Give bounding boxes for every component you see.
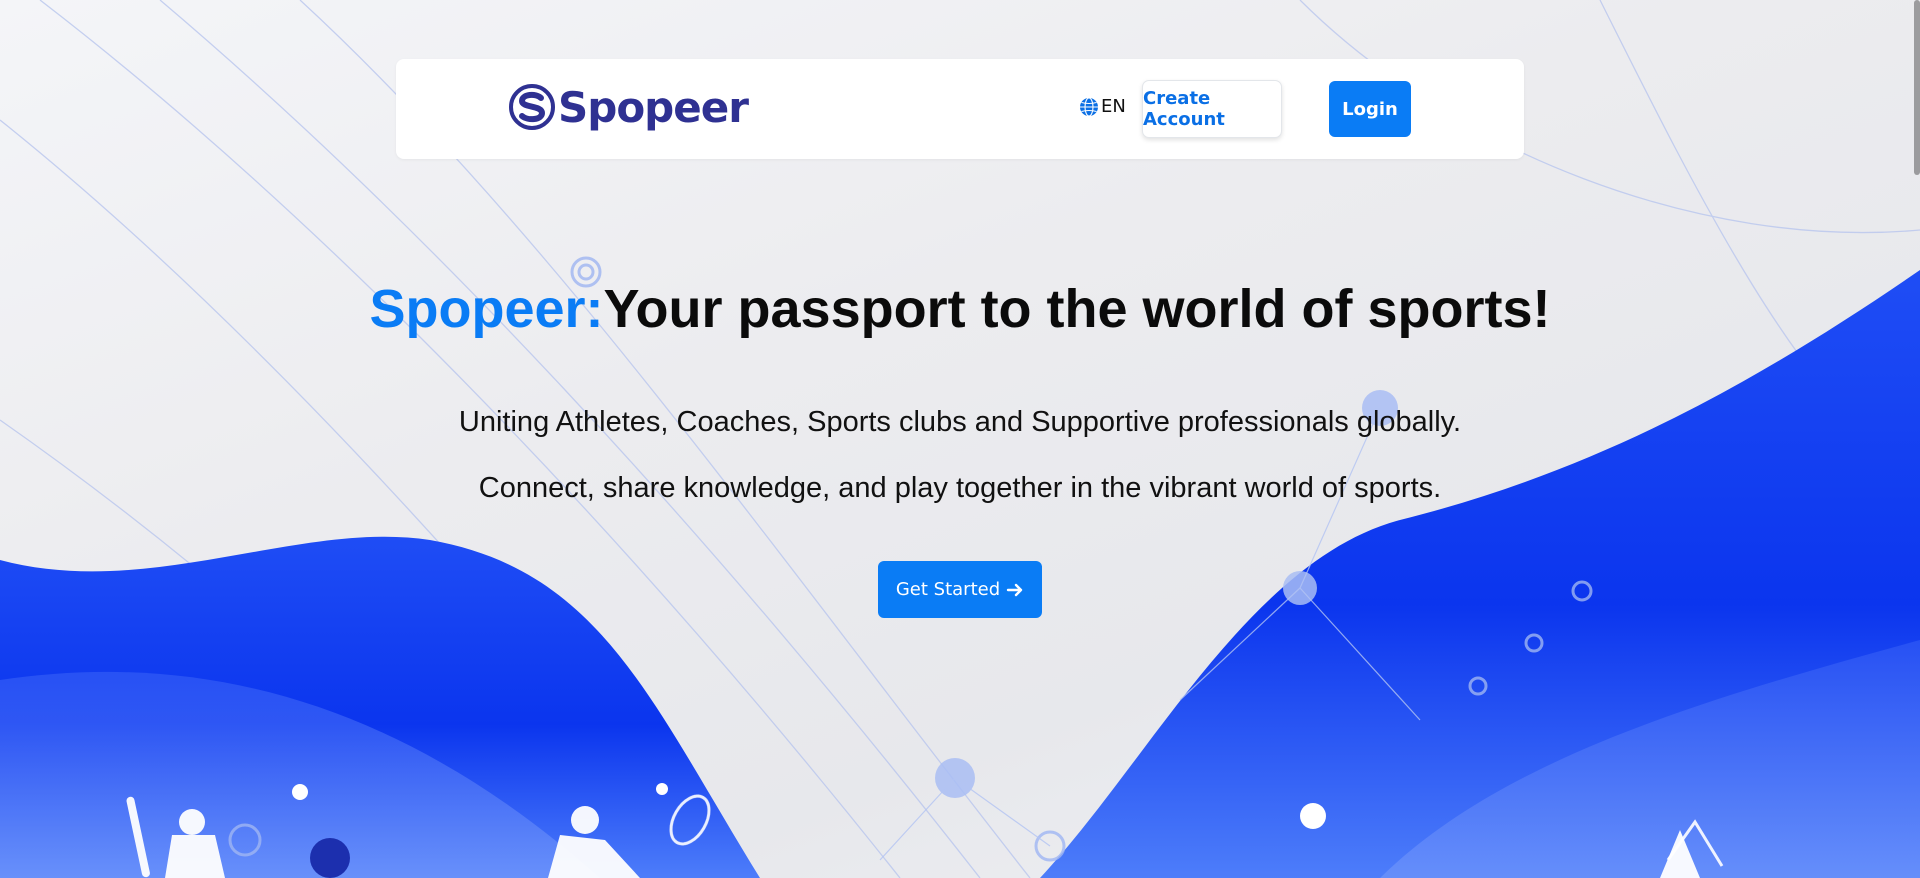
hero-subtitle-1: Uniting Athletes, Coaches, Sports clubs … <box>458 406 1462 438</box>
brand-logo[interactable]: Spopeer <box>508 79 749 135</box>
globe-icon <box>1080 96 1098 117</box>
arrow-right-icon <box>1006 583 1023 596</box>
language-selector[interactable]: EN <box>1079 96 1126 117</box>
top-navbar: Spopeer EN Create Account Login <box>396 59 1524 159</box>
hero-title: Spopeer:Your passport to the world of sp… <box>0 278 1920 340</box>
brand-name: Spopeer <box>558 82 749 132</box>
landing-page: Spopeer EN Create Account Login Spopeer:… <box>0 0 1920 878</box>
hero-subtitle-2: Connect, share knowledge, and play toget… <box>478 472 1442 504</box>
get-started-button[interactable]: Get Started <box>878 561 1042 618</box>
hero-title-text: Your passport to the world of sports! <box>603 279 1551 339</box>
create-account-button[interactable]: Create Account <box>1142 80 1282 138</box>
login-button[interactable]: Login <box>1329 81 1411 137</box>
language-label: EN <box>1101 96 1126 117</box>
scrollbar[interactable] <box>1914 0 1920 175</box>
get-started-label: Get Started <box>895 579 1001 600</box>
spopeer-s-logo-icon <box>509 84 555 130</box>
hero-title-brand: Spopeer: <box>369 279 604 339</box>
